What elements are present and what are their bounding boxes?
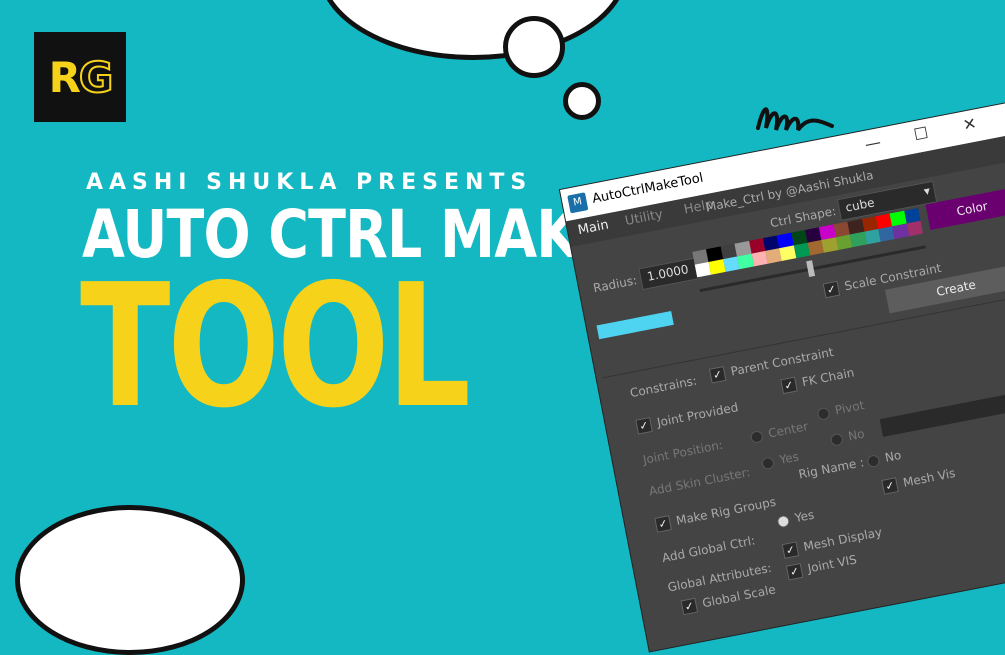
mesh-display-checkbox[interactable]: ✓ Mesh Display <box>781 525 884 559</box>
global-ctrl-yes-radio[interactable]: Yes <box>776 508 815 529</box>
tab-utility[interactable]: Utility <box>624 207 664 229</box>
add-skin-cluster-label: Add Skin Cluster: <box>647 465 752 499</box>
tab-main[interactable]: Main <box>577 218 610 239</box>
rig-name-input[interactable] <box>879 384 1005 437</box>
constrains-label: Constrains: <box>628 373 698 401</box>
autoctrl-window: M AutoCtrlMakeTool — ☐ ✕ Main Utility He… <box>560 100 1005 652</box>
color-button[interactable]: Color <box>925 187 1005 231</box>
joint-provided-checkbox[interactable]: ✓ Joint Provided <box>635 400 739 435</box>
joint-position-label: Joint Position: <box>641 437 725 467</box>
rig-name-label: Rig Name : <box>797 455 866 482</box>
global-ctrl-no-radio[interactable]: No <box>866 448 902 468</box>
close-icon[interactable]: ✕ <box>961 114 978 135</box>
cloud-bubble-small <box>563 82 601 120</box>
current-color-swatch <box>596 311 674 340</box>
cloud-bubble-large <box>503 16 565 78</box>
chevron-down-icon: ▾ <box>922 183 932 199</box>
palette-swatch[interactable] <box>906 220 923 237</box>
mesh-vis-checkbox[interactable]: ✓ Mesh Vis <box>881 466 957 495</box>
radius-label: Radius: <box>592 273 639 296</box>
skin-yes-radio[interactable]: Yes <box>760 449 800 470</box>
cloud-bottom-left <box>15 505 245 655</box>
skin-no-radio[interactable]: No <box>829 427 866 447</box>
title-line-2: TOOL <box>80 248 471 446</box>
presenter-text: AASHI SHUKLA PRESENTS <box>86 170 533 195</box>
cloud-top <box>318 0 628 60</box>
rg-logo: RG <box>34 32 126 122</box>
maya-app-icon: M <box>567 192 589 214</box>
maximize-icon[interactable]: ☐ <box>912 123 930 144</box>
pivot-radio[interactable]: Pivot <box>816 398 865 421</box>
minimize-icon[interactable]: — <box>863 132 882 154</box>
add-global-ctrl-label: Add Global Ctrl: <box>660 533 757 566</box>
color-slider-handle[interactable] <box>806 260 816 278</box>
radius-input[interactable]: 1.0000 <box>638 257 702 291</box>
center-radio[interactable]: Center <box>749 419 809 444</box>
make-rig-groups-checkbox[interactable]: ✓ Make Rig Groups <box>654 495 777 533</box>
fk-chain-checkbox[interactable]: ✓ FK Chain <box>780 365 855 395</box>
